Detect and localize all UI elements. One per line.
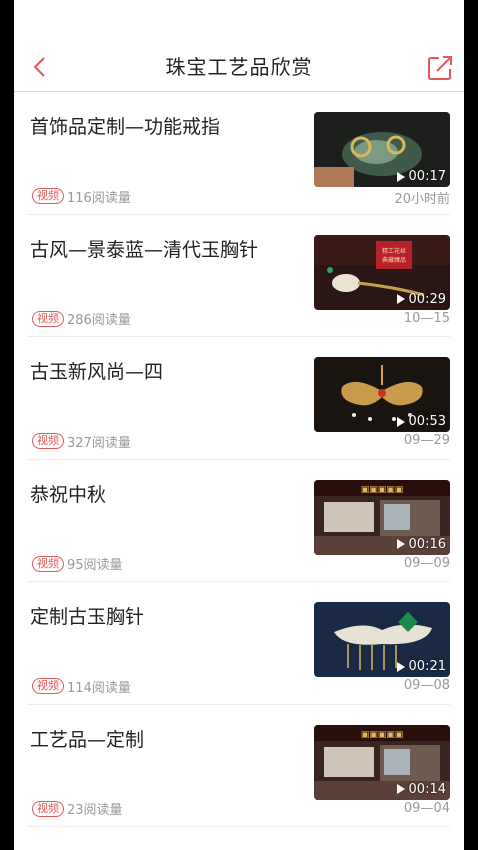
duration-text: 00:14	[408, 781, 446, 797]
item-title: 首饰品定制—功能戒指	[30, 116, 221, 138]
page-title: 珠宝工艺品欣赏	[165, 55, 313, 79]
play-icon	[396, 661, 405, 672]
video-thumbnail[interactable]: ▣▣▣▣▣ 00:16	[314, 479, 450, 555]
video-duration: 00:21	[396, 659, 446, 674]
item-date: 09—09	[403, 555, 450, 571]
video-thumbnail[interactable]: 精工花丝 典藏臻品 00:29	[314, 234, 450, 310]
item-meta: 视频 286阅读量	[32, 310, 131, 328]
item-title: 恭祝中秋	[30, 483, 107, 506]
play-icon	[396, 784, 405, 794]
duration-text: 00:21	[408, 659, 446, 674]
video-badge: 视频	[32, 310, 64, 327]
item-title: 古风—景泰蓝—清代玉胸针	[30, 238, 259, 261]
item-title: 古玉新风尚—四	[30, 361, 164, 383]
play-icon	[396, 294, 405, 304]
item-date: 20小时前	[394, 192, 450, 207]
item-meta: 视频 327阅读量	[32, 432, 131, 451]
play-icon	[396, 171, 405, 182]
svg-text:精工花丝: 精工花丝	[382, 247, 406, 255]
video-duration: 00:29	[396, 291, 446, 307]
video-badge: 视频	[32, 800, 64, 817]
item-date: 09—08	[403, 678, 450, 693]
video-thumbnail[interactable]: 00:21	[314, 602, 450, 677]
share-icon	[428, 56, 452, 80]
duration-text: 00:17	[408, 169, 446, 184]
play-icon	[396, 416, 405, 427]
video-duration: 00:14	[396, 781, 446, 797]
list-item[interactable]: 古玉新风尚—四 视频 327阅读量 09—29 00:53	[28, 337, 450, 460]
list-item[interactable]: 工艺品—定制 视频 23阅读量 09—04 ▣▣▣▣▣ 00:14	[28, 705, 450, 827]
view-count: 286阅读量	[67, 313, 131, 328]
video-thumbnail[interactable]: ▣▣▣▣▣ 00:14	[314, 724, 450, 800]
view-count: 116阅读量	[67, 190, 131, 206]
item-date: 10—15	[403, 310, 450, 326]
item-title: 定制古玉胸针	[30, 606, 145, 628]
item-meta: 视频 95阅读量	[32, 555, 123, 573]
svg-text:▣▣▣▣▣: ▣▣▣▣▣	[361, 485, 404, 495]
item-meta: 视频 23阅读量	[32, 800, 123, 818]
view-count: 23阅读量	[67, 803, 123, 818]
share-button[interactable]	[426, 54, 454, 82]
item-meta: 视频 116阅读量	[32, 187, 131, 206]
svg-text:▣▣▣▣▣: ▣▣▣▣▣	[361, 730, 404, 740]
video-badge: 视频	[32, 433, 64, 449]
video-badge: 视频	[32, 188, 64, 204]
video-thumbnail[interactable]: 00:17	[314, 112, 450, 187]
article-list: 首饰品定制—功能戒指 视频 116阅读量 20小时前 00:17 古风—景泰蓝—…	[14, 92, 464, 827]
play-icon	[396, 539, 405, 549]
duration-text: 00:16	[408, 536, 446, 552]
video-duration: 00:17	[396, 169, 446, 184]
item-date: 09—04	[403, 800, 450, 816]
item-meta: 视频 114阅读量	[32, 677, 131, 696]
video-duration: 00:16	[396, 536, 446, 552]
list-item[interactable]: 恭祝中秋 视频 95阅读量 09—09 ▣▣▣▣▣ 00:16	[28, 460, 450, 582]
list-item[interactable]: 首饰品定制—功能戒指 视频 116阅读量 20小时前 00:17	[28, 92, 450, 215]
list-item[interactable]: 定制古玉胸针 视频 114阅读量 09—08 00:21	[28, 582, 450, 705]
video-badge: 视频	[32, 555, 64, 572]
video-duration: 00:53	[396, 414, 446, 429]
video-thumbnail[interactable]: 00:53	[314, 357, 450, 432]
nav-header: 珠宝工艺品欣赏	[14, 0, 464, 92]
video-badge: 视频	[32, 678, 64, 694]
view-count: 114阅读量	[67, 680, 131, 696]
app-screen: 珠宝工艺品欣赏 首饰品定制—功能戒指 视频 116阅读量 20小时前 00:17…	[14, 0, 464, 850]
duration-text: 00:53	[408, 414, 446, 429]
list-item[interactable]: 古风—景泰蓝—清代玉胸针 视频 286阅读量 10—15 精工花丝 典藏臻品 00…	[28, 215, 450, 337]
duration-text: 00:29	[408, 291, 446, 307]
view-count: 327阅读量	[67, 435, 131, 451]
item-date: 09—29	[403, 433, 450, 448]
svg-text:典藏臻品: 典藏臻品	[382, 256, 406, 264]
item-title: 工艺品—定制	[30, 728, 145, 751]
view-count: 95阅读量	[67, 558, 123, 573]
